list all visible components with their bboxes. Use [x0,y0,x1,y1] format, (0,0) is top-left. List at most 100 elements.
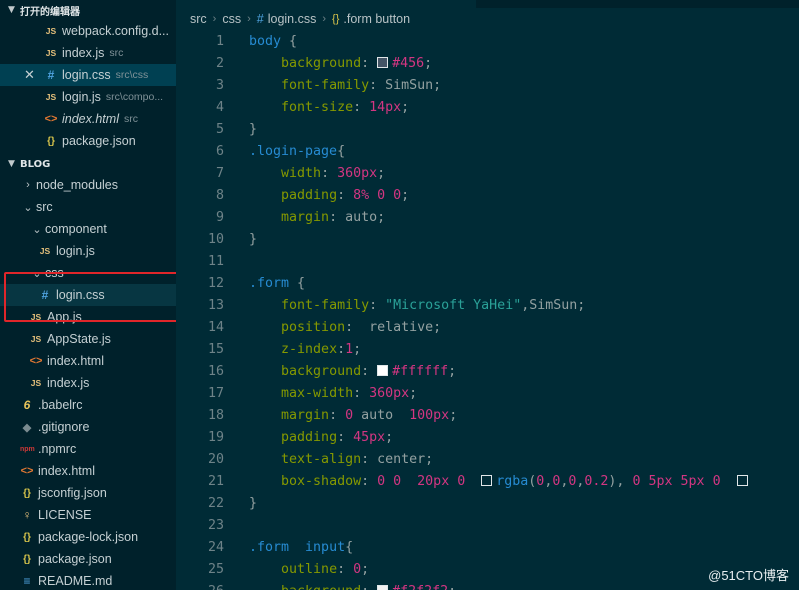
tree-file[interactable]: JS AppState.js [0,328,176,350]
open-editors-header[interactable]: ▼ 打开的编辑器 [0,0,176,20]
chevron-down-icon: ▼ [8,5,15,15]
line-number: 23 [207,517,224,533]
html-file-icon: <> [44,113,58,125]
tree-folder[interactable]: ⌄ src [0,196,176,218]
html-file-icon: <> [29,355,43,367]
open-editor-name: index.html [62,112,119,126]
markdown-file-icon: ≡ [23,574,31,588]
tree-file[interactable]: <> index.html [0,350,176,372]
line-number: 12 [207,275,224,291]
line-number: 19 [207,429,224,445]
line-number: 22 [207,495,224,511]
tree-folder[interactable]: ⌄ component [0,218,176,240]
color-swatch[interactable] [736,474,748,486]
open-editors-title: 打开的编辑器 [20,6,80,18]
js-file-icon: JS [39,246,51,256]
tree-file[interactable]: {} jsconfig.json [0,482,176,504]
code-editor[interactable]: src › css › # login.css › {} .form butto… [176,0,799,590]
chevron-down-icon: ⌄ [23,201,33,214]
tree-file[interactable]: ≡ README.md [0,570,176,590]
tree-item-label: login.css [56,288,105,302]
js-file-icon: JS [30,312,42,322]
breadcrumb: src › css › # login.css › {} .form butto… [176,8,799,30]
tree-item-label: App.js [47,310,82,324]
breadcrumb-item[interactable]: css [222,12,241,26]
tree-folder[interactable]: › node_modules [0,174,176,196]
close-icon[interactable]: ✕ [24,67,35,83]
line-number: 21 [207,473,224,489]
color-swatch[interactable] [377,584,389,590]
tree-item-label: .gitignore [38,420,90,434]
line-number: 10 [207,231,224,247]
line-number: 25 [207,561,224,577]
tree-file[interactable]: ♀ LICENSE [0,504,176,526]
js-file-icon: JS [30,378,42,388]
explorer-header[interactable]: ▼ BLOG [0,154,176,174]
open-editor-path: src [109,47,124,59]
code-line: 5} [176,118,799,140]
code-line: 18 margin: 0 auto 100px; [176,404,799,426]
open-editor-item[interactable]: JS login.js src\compo... [0,86,176,108]
css-file-icon: # [47,68,55,82]
breadcrumb-item[interactable]: login.css [268,12,317,26]
css-file-icon: # [41,288,49,302]
tree-file[interactable]: JS index.js [0,372,176,394]
json-file-icon: {} [23,531,31,543]
chevron-right-icon: › [212,13,217,25]
line-number: 3 [215,77,224,93]
open-editor-item[interactable]: {} package.json [0,130,176,152]
tree-item-label: package.json [38,552,112,566]
tree-item-label: README.md [38,574,113,588]
line-number: 20 [207,451,224,467]
tree-item-label: src [36,200,53,214]
chevron-right-icon: › [247,13,251,25]
tree-file[interactable]: JS App.js [0,306,176,328]
open-editor-item[interactable]: JS index.js src [0,42,176,64]
tree-item-label: css [45,266,64,280]
open-editor-item-active[interactable]: ✕ # login.css src\css [0,64,176,86]
tree-item-label: index.html [38,464,95,478]
tree-file-selected[interactable]: # login.css [0,284,176,306]
tree-folder[interactable]: ⌄ css [0,262,176,284]
color-swatch[interactable] [377,364,389,376]
npm-file-icon: npm [20,445,35,453]
line-number: 15 [207,341,224,357]
chevron-right-icon: › [26,179,30,191]
open-editor-name: login.js [62,90,101,104]
tree-file[interactable]: JS login.js [0,240,176,262]
tree-item-label: AppState.js [47,332,111,346]
line-number: 11 [207,253,224,269]
js-file-icon: JS [30,334,42,344]
code-line: 15 z-index:1; [176,338,799,360]
open-editor-item[interactable]: JS webpack.config.d... [0,20,176,42]
tree-item-label: index.html [47,354,104,368]
explorer-title: BLOG [20,158,51,170]
color-swatch[interactable] [377,56,389,68]
breadcrumb-item[interactable]: .form button [343,12,410,26]
json-file-icon: {} [23,487,31,499]
code-line: 20 text-align: center; [176,448,799,470]
tree-file[interactable]: 6 .babelrc [0,394,176,416]
tree-file[interactable]: ◆ .gitignore [0,416,176,438]
color-swatch[interactable] [481,474,493,486]
open-editor-name: login.css [62,68,111,82]
code-line: 11 [176,250,799,272]
tree-file[interactable]: <> index.html [0,460,176,482]
json-file-icon: {} [47,135,55,147]
tree-file[interactable]: npm .npmrc [0,438,176,460]
tree-file[interactable]: {} package.json [0,548,176,570]
explorer-sidebar: ▼ 打开的编辑器 JS webpack.config.d... JS index… [0,0,176,590]
open-editor-item[interactable]: <> index.html src [0,108,176,130]
breadcrumb-item[interactable]: src [190,12,207,26]
line-number: 13 [207,297,224,313]
code-line: 23 [176,514,799,536]
tree-file[interactable]: {} package-lock.json [0,526,176,548]
json-file-icon: {} [23,553,31,565]
code-lines[interactable]: 1 body { 2 background: #456; 3 font-famil… [176,30,799,590]
code-line: 21 box-shadow: 0 0 20px 0 rgba(0,0,0,0.2… [176,470,799,492]
line-number: 26 [176,584,224,590]
html-file-icon: <> [20,465,34,477]
code-line: 22} [176,492,799,514]
license-file-icon: ♀ [22,508,32,522]
line-number: 9 [215,209,224,225]
